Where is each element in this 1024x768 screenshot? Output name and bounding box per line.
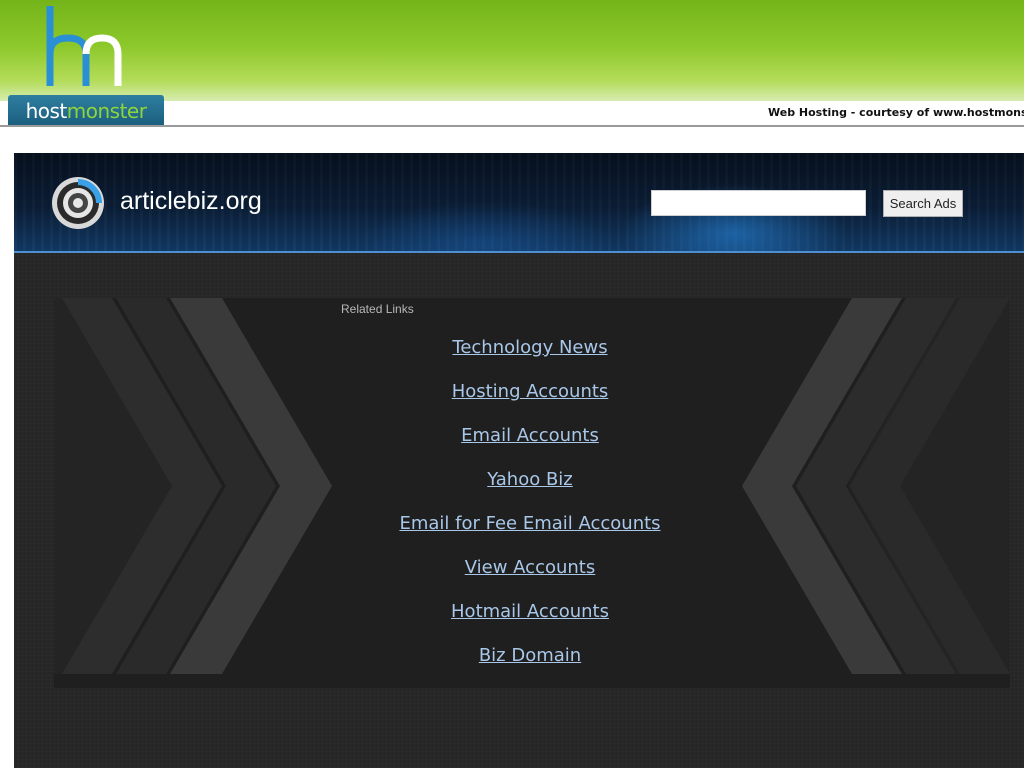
related-links-panel: Related Links Technology News Hosting Ac… [54,298,1010,688]
logo-word-monster: monster [66,99,147,123]
hostmonster-logo[interactable]: hostmonster [8,95,164,127]
site-header: articlebiz.org Search Ads [14,153,1024,253]
list-item: Hosting Accounts [54,370,1006,414]
list-item: Technology News [54,326,1006,370]
list-item: View Accounts [54,546,1006,590]
list-item: Email Accounts [54,414,1006,458]
frame-margin [0,127,14,768]
list-item: Hotmail Accounts [54,590,1006,634]
list-item: Yahoo Biz [54,458,1006,502]
site-domain-title: articlebiz.org [120,187,262,215]
banner-green-bar [0,0,1024,101]
hosting-courtesy-link[interactable]: Web Hosting - courtesy of www.hostmonste… [768,106,1024,122]
related-link[interactable]: Hotmail Accounts [451,601,609,622]
search-ads-button[interactable]: Search Ads [883,190,963,217]
parked-site: articlebiz.org Search Ads Related Links … [14,153,1024,768]
related-link[interactable]: Email Accounts [461,425,599,446]
site-body: Related Links Technology News Hosting Ac… [14,253,1024,768]
related-links-list: Technology News Hosting Accounts Email A… [54,326,1006,678]
related-link[interactable]: Biz Domain [479,645,581,666]
target-ring-icon[interactable] [50,175,106,231]
related-link[interactable]: Yahoo Biz [487,469,573,490]
related-link[interactable]: Technology News [452,337,607,358]
list-item: Biz Domain [54,634,1006,678]
related-links-heading: Related Links [341,302,414,316]
related-link[interactable]: View Accounts [465,557,596,578]
related-link[interactable]: Email for Fee Email Accounts [399,513,660,534]
hostmonster-banner: hostmonster Web Hosting - courtesy of ww… [0,0,1024,127]
banner-divider [0,125,1024,127]
hm-logo-mark-icon[interactable] [44,4,124,88]
related-link[interactable]: Hosting Accounts [452,381,609,402]
search-input[interactable] [651,190,866,216]
list-item: Email for Fee Email Accounts [54,502,1006,546]
logo-word-host: host [25,99,68,123]
